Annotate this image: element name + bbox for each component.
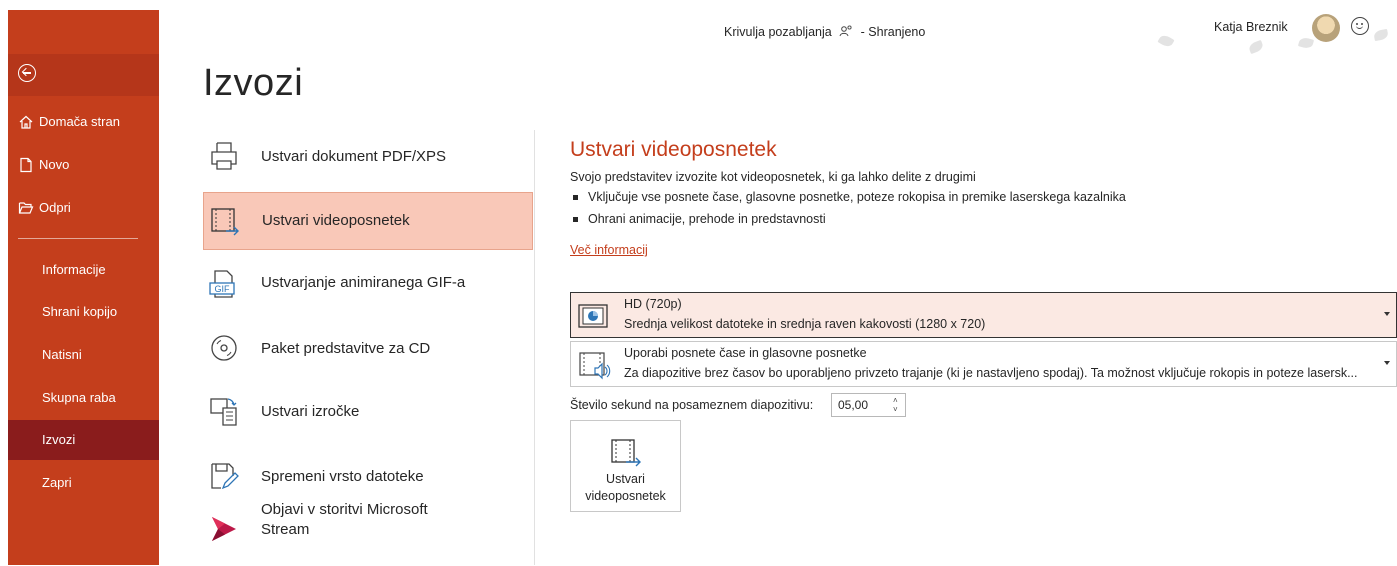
detail-bullet: Ohrani animacije, prehode in predstavnos… [573, 212, 826, 226]
option-label: Ustvari izročke [261, 403, 360, 420]
handouts-icon [210, 398, 237, 426]
detail-title: Ustvari videoposnetek [570, 138, 777, 161]
save-status: - Shranjeno [860, 25, 926, 39]
create-video-button[interactable]: Ustvari videoposnetek [570, 420, 681, 512]
detail-description: Svojo predstavitev izvozite kot videopos… [570, 170, 976, 184]
decorative-bird [1373, 28, 1389, 42]
change-file-type-icon [211, 463, 239, 490]
option-label: Ustvari videoposnetek [262, 212, 410, 229]
feedback-smiley-icon[interactable] [1351, 17, 1369, 35]
export-option-video[interactable]: Ustvari videoposnetek [203, 192, 533, 250]
sidebar-item-label: Skupna raba [42, 390, 116, 405]
chevron-down-icon [1384, 312, 1390, 316]
sidebar-item-open[interactable]: Odpri [8, 188, 159, 228]
gif-icon-text: GIF [215, 284, 231, 294]
seconds-per-slide-label: Število sekund na posameznem diapozitivu… [570, 398, 814, 412]
sidebar-item-save-copy[interactable]: Shrani kopijo [8, 292, 159, 332]
option-label-line1: Objavi v storitvi Microsoft [261, 501, 428, 518]
monitor-quality-icon [578, 304, 608, 328]
create-video-label-line1: Ustvari [606, 472, 645, 486]
people-share-icon [839, 25, 852, 37]
sidebar-item-label: Shrani kopijo [42, 304, 118, 319]
decorative-bird [1297, 36, 1315, 50]
option-label: Ustvarjanje animiranega GIF-a [261, 274, 466, 291]
create-video-label-line2: videoposnetek [585, 489, 666, 503]
seconds-per-slide-input[interactable]: 05,00 ˄ ˅ [831, 393, 906, 417]
video-quality-dropdown[interactable]: HD (720p) Srednja velikost datoteke in s… [570, 292, 1397, 338]
cd-icon [211, 335, 237, 361]
sidebar-item-label: Informacije [42, 262, 106, 277]
sidebar-item-label: Natisni [42, 347, 82, 362]
avatar[interactable] [1312, 14, 1340, 42]
new-document-icon [20, 157, 32, 173]
sidebar-item-home[interactable]: Domača stran [8, 102, 159, 142]
sidebar-divider [18, 238, 138, 239]
panel-divider [534, 130, 535, 565]
seconds-value: 05,00 [838, 398, 869, 412]
sidebar-item-share[interactable]: Skupna raba [8, 378, 159, 418]
create-video-label: Ustvari videoposnetek [571, 471, 680, 505]
sidebar-item-print[interactable]: Natisni [8, 335, 159, 375]
export-option-gif[interactable]: GIF Ustvarjanje animiranega GIF-a [203, 256, 533, 314]
sidebar-item-label: Domača stran [39, 114, 120, 129]
quality-subtitle: Srednja velikost datoteke in srednja rav… [624, 317, 986, 331]
export-option-pdf[interactable]: Ustvari dokument PDF/XPS [203, 128, 533, 186]
sidebar-item-label: Novo [39, 157, 70, 172]
window-edge [0, 0, 8, 565]
chevron-down-icon [1384, 361, 1390, 365]
recorded-timings-icon [579, 352, 611, 380]
sidebar-item-export[interactable]: Izvozi [8, 420, 159, 460]
gif-icon: GIF [209, 270, 235, 298]
backstage-sidebar: Domača stran Novo Odpri Informacije Shra… [8, 10, 159, 565]
timings-subtitle: Za diapozitive brez časov bo uporabljeno… [624, 366, 1358, 380]
video-icon [211, 208, 239, 236]
export-option-microsoft-stream[interactable]: Objavi v storitvi Microsoft Stream [203, 496, 533, 566]
title-bar: Krivulja pozabljanja - Shranjeno Katja B… [159, 0, 1397, 60]
detail-bullet: Vključuje vse posnete čase, glasovne pos… [573, 190, 1126, 204]
quality-title: HD (720p) [624, 297, 682, 311]
document-name: Krivulja pozabljanja [724, 25, 832, 39]
timings-dropdown[interactable]: Uporabi posnete čase in glasovne posnetk… [570, 341, 1397, 387]
microsoft-stream-icon [212, 517, 236, 541]
document-title[interactable]: Krivulja pozabljanja - Shranjeno [724, 25, 925, 39]
option-label: Spremeni vrsto datoteke [261, 468, 424, 485]
back-arrow-icon [18, 64, 36, 82]
spin-up-icon[interactable]: ˄ [893, 397, 901, 405]
decorative-bird [1247, 39, 1265, 55]
user-name[interactable]: Katja Breznik [1214, 20, 1288, 34]
folder-open-icon [18, 202, 34, 214]
option-label-line2: Stream [261, 521, 310, 538]
video-icon [611, 439, 641, 467]
sidebar-item-info[interactable]: Informacije [8, 250, 159, 290]
sidebar-item-label: Zapri [42, 475, 72, 490]
sidebar-item-close[interactable]: Zapri [8, 463, 159, 503]
more-info-link[interactable]: Več informacij [570, 243, 648, 257]
pdf-document-icon [211, 142, 237, 170]
decorative-bird [1157, 33, 1175, 49]
sidebar-item-label: Odpri [39, 200, 71, 215]
timings-title: Uporabi posnete čase in glasovne posnetk… [624, 346, 867, 360]
option-label: Ustvari dokument PDF/XPS [261, 148, 447, 165]
home-icon [19, 115, 33, 129]
sidebar-item-new[interactable]: Novo [8, 145, 159, 185]
export-option-handouts[interactable]: Ustvari izročke [203, 384, 533, 442]
export-option-cd[interactable]: Paket predstavitve za CD [203, 320, 533, 378]
sidebar-item-label: Izvozi [42, 432, 76, 447]
spin-down-icon[interactable]: ˅ [893, 406, 901, 414]
option-label: Paket predstavitve za CD [261, 340, 431, 357]
back-button[interactable] [8, 54, 159, 96]
page-title: Izvozi [203, 62, 304, 104]
